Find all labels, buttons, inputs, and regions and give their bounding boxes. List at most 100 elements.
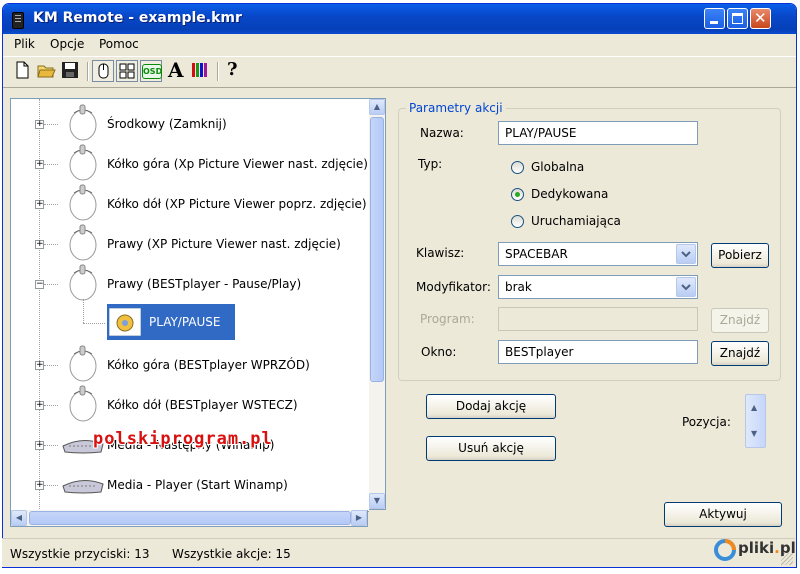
scroll-thumb[interactable] (370, 117, 384, 382)
radio-global-label: Globalna (531, 160, 585, 174)
window-input[interactable]: BESTplayer (498, 340, 698, 364)
scroll-thumb[interactable] (29, 511, 351, 525)
mouse-icon (69, 385, 97, 422)
tree-item-label: Kółko dół (BESTplayer WSTECZ) (107, 398, 298, 412)
font-icon: A (168, 58, 184, 82)
mouse-icon (69, 104, 97, 141)
modifier-combo-value: brak (505, 280, 532, 294)
close-button[interactable]: ✕ (750, 8, 771, 29)
key-label: Klawisz: (416, 246, 465, 260)
grid-button[interactable] (116, 60, 138, 82)
scroll-down-button[interactable]: ▼ (369, 493, 385, 509)
remove-action-button[interactable]: Usuń akcję (426, 436, 556, 461)
program-input[interactable] (498, 307, 698, 331)
minimize-button[interactable] (704, 8, 725, 29)
status-actions-count: Wszystkie akcje: 15 (172, 547, 291, 561)
expand-icon[interactable]: + (35, 120, 44, 129)
tree-item-label: Kółko góra (Xp Picture Viewer nast. zdję… (107, 157, 368, 171)
get-key-button[interactable]: Pobierz (711, 243, 769, 268)
mouse-icon (69, 184, 97, 221)
open-folder-icon (37, 65, 56, 78)
selected-action-node[interactable]: PLAY/PAUSE (107, 304, 235, 340)
radio-global[interactable] (511, 161, 524, 174)
key-combo-value: SPACEBAR (505, 247, 568, 261)
tree-vertical-scrollbar[interactable]: ▲ ▼ (369, 98, 386, 510)
title-bar[interactable]: KM Remote - example.kmr ✕ (3, 4, 796, 34)
expand-icon[interactable]: + (35, 401, 44, 410)
chevron-down-icon (681, 284, 691, 291)
expand-icon[interactable]: + (35, 240, 44, 249)
name-input[interactable]: PLAY/PAUSE (498, 121, 698, 145)
modifier-combo[interactable]: brak (498, 275, 698, 299)
help-icon: ? (227, 59, 238, 80)
app-icon (12, 12, 24, 29)
tree-item-label: Środkowy (Zamknij) (107, 117, 227, 131)
group-title: Parametry akcji (406, 101, 506, 115)
menu-plik[interactable]: Plik (14, 37, 35, 51)
open-button[interactable] (36, 60, 58, 82)
scroll-up-button[interactable]: ▲ (369, 99, 385, 115)
find-window-button[interactable]: Znajdź (711, 341, 769, 366)
colors-button[interactable] (190, 60, 212, 82)
find-program-button[interactable]: Znajdź (711, 308, 769, 333)
osd-icon: OSD (142, 64, 162, 79)
menu-pomoc[interactable]: Pomoc (99, 37, 139, 51)
tree-item-label: Media - Player (Start Winamp) (107, 478, 288, 492)
scroll-corner (369, 510, 386, 527)
expand-icon[interactable]: + (35, 160, 44, 169)
radio-dedicated-label: Dedykowana (531, 187, 609, 201)
radio-dedicated[interactable] (511, 188, 524, 201)
type-label: Typ: (418, 157, 443, 171)
logo-mark-icon (714, 539, 736, 561)
button-tree[interactable]: + Środkowy (Zamknij) + Kółko góra (Xp Pi… (10, 98, 370, 512)
scroll-left-button[interactable]: ◀ (11, 510, 27, 526)
mouse-icon (69, 345, 97, 382)
status-bar: Wszystkie przyciski: 13 Wszystkie akcje:… (2, 538, 795, 567)
activate-button[interactable]: Aktywuj (664, 502, 782, 527)
font-button[interactable]: A (166, 58, 188, 82)
add-action-button[interactable]: Dodaj akcję (426, 394, 556, 419)
tree-item-label: Prawy (XP Picture Viewer nast. zdjęcie) (107, 237, 341, 251)
mouse-icon (69, 144, 97, 181)
mouse-mode-icon (98, 63, 109, 79)
key-combo[interactable]: SPACEBAR (498, 242, 698, 266)
status-buttons-count: Wszystkie przyciski: 13 (10, 547, 150, 561)
name-label: Nazwa: (420, 126, 464, 140)
menu-bar: Plik Opcje Pomoc (3, 34, 796, 55)
mouse-mode-button[interactable] (92, 60, 114, 82)
scroll-right-button[interactable]: ▶ (351, 510, 367, 526)
position-spinner[interactable]: ▲ ▼ (745, 394, 766, 448)
chevron-down-icon (681, 251, 691, 258)
pliki-logo: pliki.pl (712, 537, 796, 561)
expand-icon[interactable]: + (35, 481, 44, 490)
toolbar-separator (87, 62, 89, 81)
expand-icon[interactable]: + (35, 200, 44, 209)
new-file-button[interactable] (12, 60, 34, 82)
spin-down-icon[interactable]: ▼ (751, 429, 757, 438)
maximize-button[interactable] (727, 8, 748, 29)
toolbar: OSD A ? (3, 56, 796, 88)
radio-launching-label: Uruchamiająca (531, 214, 621, 228)
window-label: Okno: (421, 345, 457, 359)
radio-launching[interactable] (511, 215, 524, 228)
spin-up-icon[interactable]: ▲ (751, 403, 757, 412)
mouse-icon (69, 264, 97, 301)
modifier-label: Modyfikator: (416, 280, 491, 294)
tree-item-label: PLAY/PAUSE (149, 315, 221, 329)
expand-icon[interactable]: + (35, 441, 44, 450)
combo-dropdown-button[interactable] (676, 244, 696, 264)
close-icon: ✕ (754, 9, 767, 27)
watermark: polskiprogram.pl (93, 429, 273, 449)
expand-icon[interactable]: + (35, 361, 44, 370)
collapse-icon[interactable]: − (35, 280, 44, 289)
help-button[interactable]: ? (222, 59, 244, 82)
toolbar-separator (217, 62, 219, 81)
tree-item-label: Prawy (BESTplayer - Pause/Play) (107, 277, 302, 291)
osd-button[interactable]: OSD (140, 60, 162, 82)
tree-horizontal-scrollbar[interactable]: ◀ ▶ (10, 510, 368, 527)
minimize-icon (710, 21, 718, 24)
combo-dropdown-button[interactable] (676, 277, 696, 297)
menu-opcje[interactable]: Opcje (50, 37, 84, 51)
save-button[interactable] (60, 60, 82, 82)
program-label: Program: (420, 312, 475, 326)
